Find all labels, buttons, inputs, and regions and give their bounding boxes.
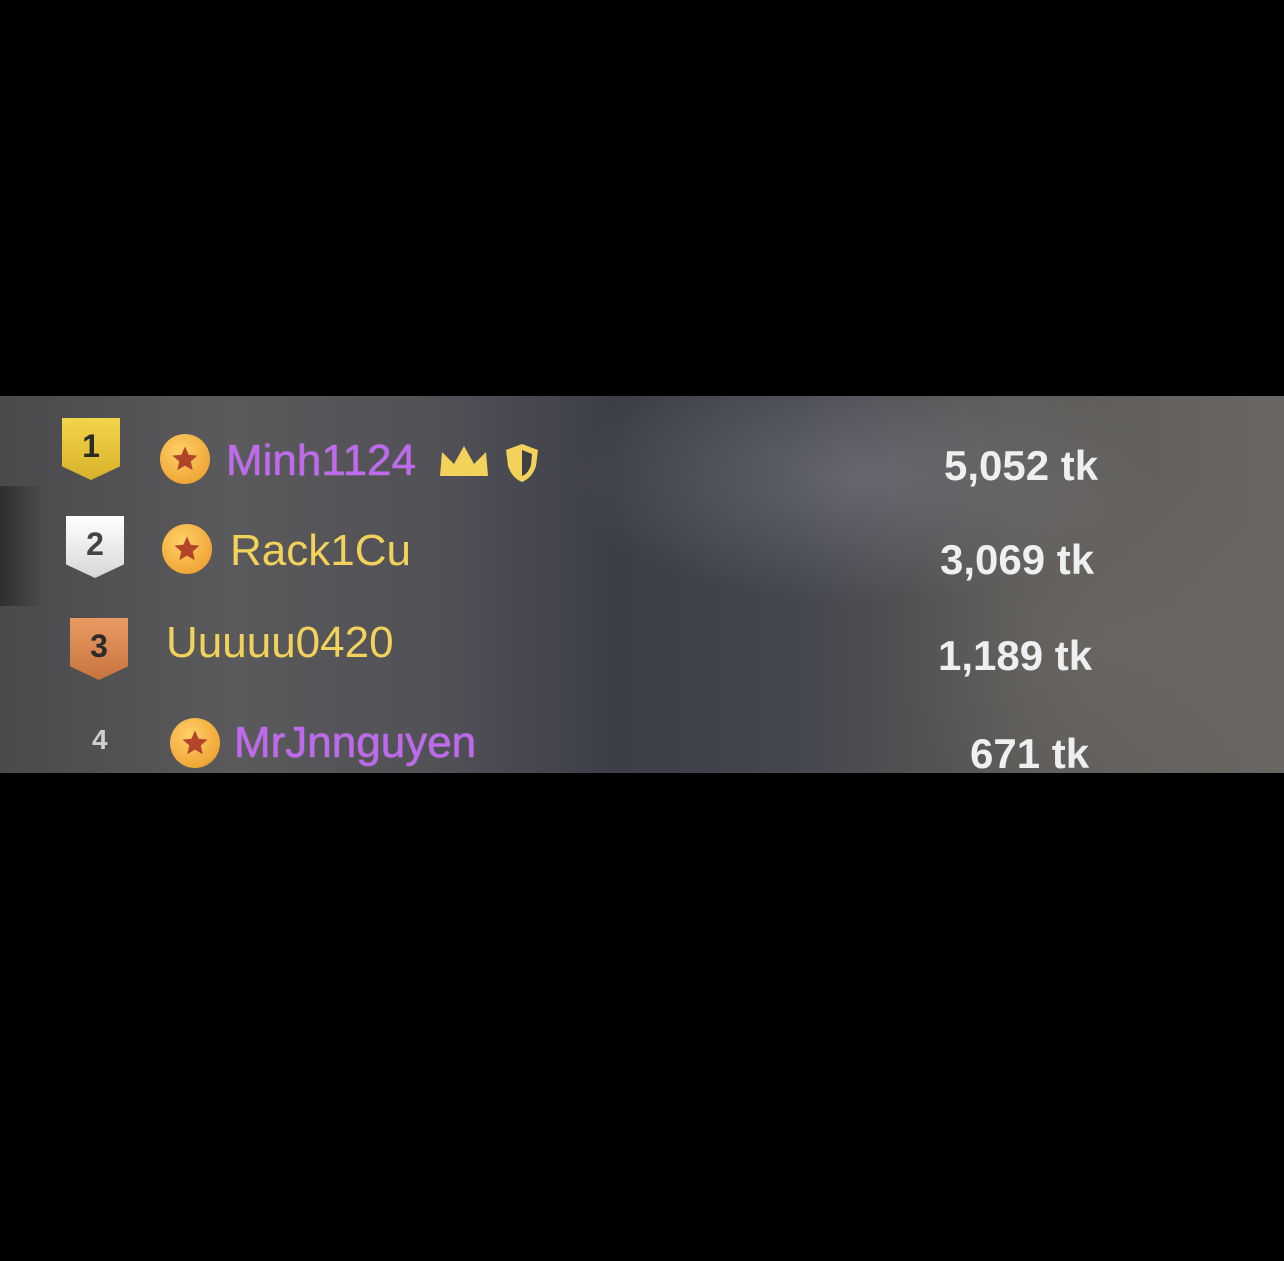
rank-number: 1 [82, 427, 100, 464]
bronze-medal-icon: 3 [70, 618, 128, 680]
rank-number: 3 [90, 627, 108, 664]
username[interactable]: Rack1Cu [230, 526, 411, 576]
token-count: 5,052 tk [944, 442, 1099, 489]
leaderboard-row-3[interactable]: 3 Uuuuu0420 1,189 tk [0, 600, 1284, 690]
rank-number: 2 [86, 525, 104, 562]
token-count: 1,189 tk [938, 632, 1093, 679]
rank-number: 4 [92, 724, 108, 755]
username[interactable]: Minh1124 [226, 436, 416, 486]
leaderboard-panel: 1 Minh1124 5,052 tk 2 Rack1Cu 3,069 tk 3… [0, 396, 1284, 773]
username[interactable]: Uuuuu0420 [166, 618, 394, 668]
crown-icon [438, 444, 490, 485]
star-badge-icon [170, 718, 220, 768]
leaderboard-row-2[interactable]: 2 Rack1Cu 3,069 tk [0, 502, 1284, 592]
leaderboard-row-4[interactable]: 4 MrJnnguyen 671 tk [0, 696, 1284, 773]
star-badge-icon [160, 434, 210, 484]
silver-medal-icon: 2 [66, 516, 124, 578]
star-badge-icon [162, 524, 212, 574]
leaderboard-row-1[interactable]: 1 Minh1124 5,052 tk [0, 408, 1284, 498]
shield-icon [502, 442, 542, 489]
token-count: 3,069 tk [940, 536, 1095, 583]
username[interactable]: MrJnnguyen [234, 718, 476, 768]
token-count: 671 tk [970, 730, 1090, 773]
gold-medal-icon: 1 [62, 418, 120, 480]
